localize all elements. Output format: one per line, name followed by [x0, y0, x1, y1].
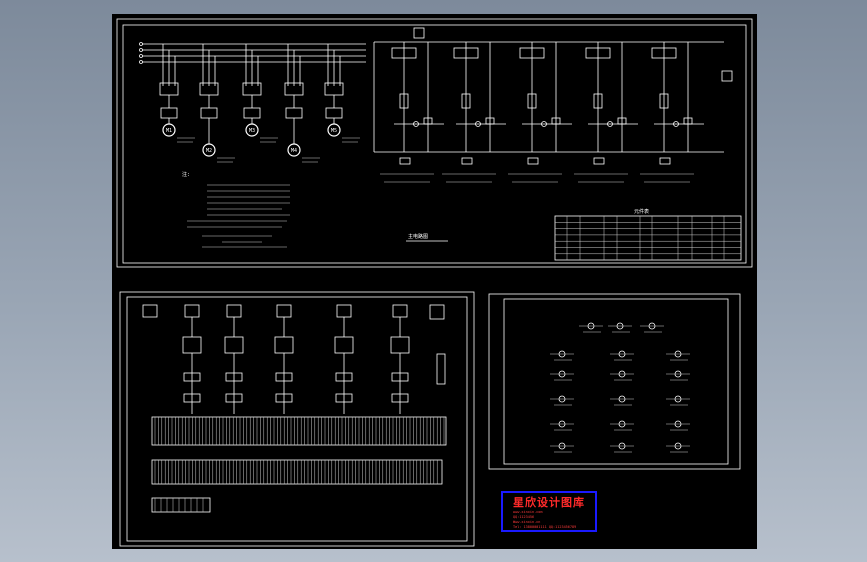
wiring-detail — [574, 157, 628, 183]
breaker — [274, 336, 294, 354]
watermark-stamp: 星欣设计图库 www.xinxin.com QQ:1123456 Www.xin… — [501, 491, 597, 532]
terminal-strip-2 — [151, 459, 443, 485]
control-circuit — [373, 27, 733, 183]
wiring-symbol — [550, 350, 574, 361]
terminal-diagrams — [142, 304, 446, 414]
bottom-right-panel — [488, 293, 741, 470]
wiring-symbol — [666, 350, 690, 361]
control-rung — [519, 42, 572, 152]
stamp-line-3: Www.xinxin.cn — [513, 520, 541, 524]
terminal-block — [334, 304, 354, 414]
wiring-symbol — [666, 420, 690, 431]
terminal-block — [274, 304, 294, 414]
top-panel: M1 M2 M3 M4 M5 注: 主电路图 元件表 — [116, 18, 753, 268]
wiring-symbol — [550, 370, 574, 381]
wiring-detail — [442, 157, 496, 183]
wiring-symbol — [550, 395, 574, 406]
thermal-relay — [243, 107, 261, 119]
wiring-symbols — [550, 322, 690, 453]
wiring-symbol — [666, 395, 690, 406]
wiring-symbol — [666, 370, 690, 381]
wiring-symbol — [640, 322, 664, 333]
motor-label: M5 — [331, 128, 337, 134]
thermal-relay — [285, 107, 303, 119]
wiring-symbol — [610, 395, 634, 406]
control-rung — [453, 42, 506, 152]
bottom-left-panel — [119, 291, 475, 547]
stamp-line-2: QQ:1123456 — [513, 515, 535, 519]
stamp-line-1: www.xinxin.com — [513, 510, 543, 514]
cad-viewport[interactable]: M1 M2 M3 M4 M5 注: 主电路图 元件表 星欣设计图库 www.xi… — [0, 0, 867, 562]
wiring-symbol — [610, 370, 634, 381]
breaker — [390, 336, 410, 354]
notes-block: 注: — [182, 171, 290, 248]
control-rung — [585, 42, 638, 152]
top-panel-inner-frame — [122, 24, 747, 264]
control-rung — [391, 42, 444, 152]
component-table: 元件表 — [554, 208, 742, 261]
wiring-symbol — [610, 350, 634, 361]
terminal-block — [224, 304, 244, 414]
wiring-symbol — [666, 442, 690, 453]
svg-text:注:: 注: — [182, 171, 190, 178]
breaker — [334, 336, 354, 354]
main-circuit-title: 主电路图 — [408, 233, 428, 240]
terminal-block — [390, 304, 410, 414]
wiring-symbol — [610, 442, 634, 453]
wiring-symbol — [610, 420, 634, 431]
thermal-relay — [160, 107, 178, 119]
wiring-detail — [640, 157, 694, 183]
motor-branch: M3 — [242, 44, 278, 143]
wiring-symbol — [550, 442, 574, 453]
wiring-symbol — [608, 322, 632, 333]
table-title: 元件表 — [634, 208, 649, 215]
cad-drawing: M1 M2 M3 M4 M5 注: 主电路图 元件表 — [116, 18, 753, 547]
terminal-block — [142, 304, 158, 318]
motor-branch: M1 — [159, 44, 195, 143]
wiring-symbol — [550, 420, 574, 431]
wiring-symbol — [579, 322, 603, 333]
motor-label: M3 — [249, 128, 255, 134]
terminal-strip-1 — [151, 416, 447, 446]
drawing-sheet: M1 M2 M3 M4 M5 注: 主电路图 元件表 — [112, 14, 757, 549]
control-rung — [651, 42, 704, 152]
breaker — [182, 336, 202, 354]
side-box — [429, 304, 445, 320]
breaker — [224, 336, 244, 354]
wiring-detail — [508, 157, 562, 183]
motor-label: M4 — [291, 148, 297, 154]
side-terminal — [436, 353, 446, 385]
stamp-line-4: Tel: 13800001111 QQ:1123456789 — [513, 525, 577, 529]
motor-branch: M5 — [324, 44, 360, 143]
stamp-title: 星欣设计图库 — [513, 496, 585, 509]
terminal-strip-3 — [151, 497, 211, 513]
wiring-detail — [380, 157, 434, 183]
motor-label: M2 — [206, 148, 212, 154]
thermal-relay — [325, 107, 343, 119]
thermal-relay — [200, 107, 218, 119]
main-busbars — [139, 42, 366, 64]
motor-label: M1 — [166, 128, 172, 134]
terminal-block — [182, 304, 202, 414]
